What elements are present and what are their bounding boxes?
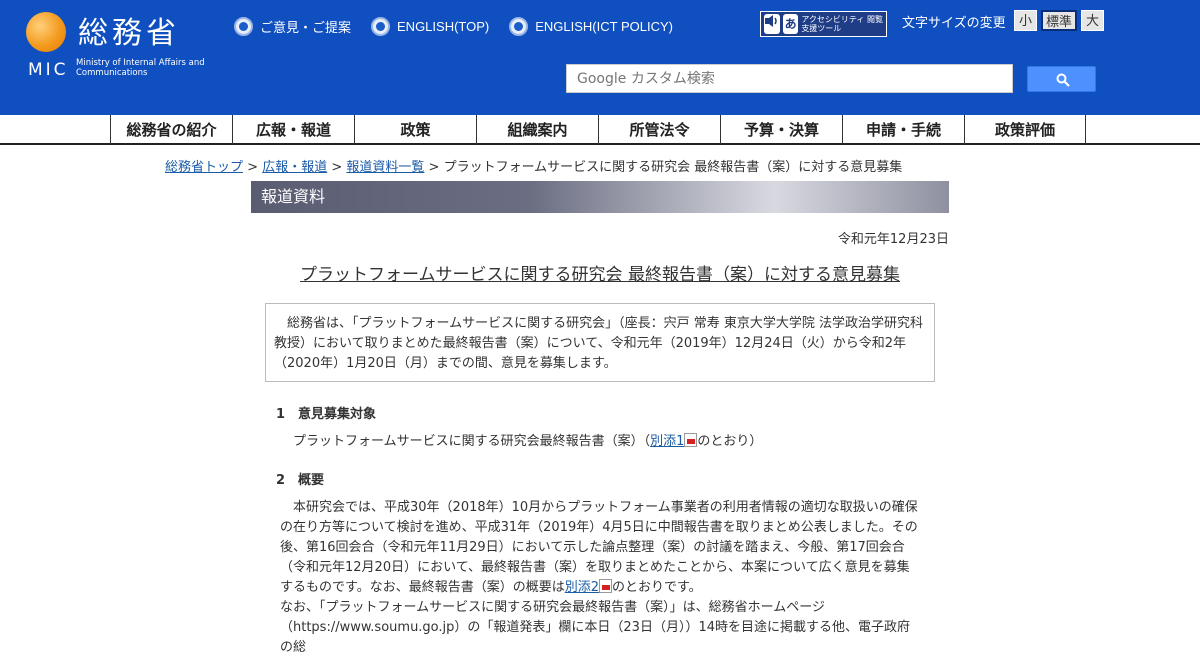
top-link-label: ENGLISH(ICT POLICY) (535, 19, 673, 34)
radio-bullet-icon (371, 17, 391, 36)
top-links: ご意見・ご提案 ENGLISH(TOP) ENGLISH(ICT POLICY) (234, 17, 673, 36)
article-summary: 総務省は、「プラットフォームサービスに関する研究会」（座長：宍戸 常寿 東京大学… (265, 303, 935, 382)
nav-item-policy[interactable]: 政策 (354, 115, 476, 144)
search-button[interactable] (1027, 66, 1096, 92)
search-input[interactable] (566, 64, 1013, 93)
attachment-2-link[interactable]: 別添2 (565, 580, 599, 595)
breadcrumb: 総務省トップ > 広報・報道 > 報道資料一覧 > プラットフォームサービスに関… (165, 156, 902, 175)
section-1-text: プラットフォームサービスに関する研究会最終報告書（案）（別添1 のとおり） (293, 432, 935, 452)
section-heading-1: 1 意見募集対象 (276, 407, 377, 422)
speaker-icon (764, 14, 780, 34)
breadcrumb-separator: > (243, 160, 263, 175)
nav-item-laws[interactable]: 所管法令 (598, 115, 720, 144)
page-title: プラットフォームサービスに関する研究会 最終報告書（案）に対する意見募集 (300, 265, 900, 285)
accessibility-tool-label: アクセシビリティ 閲覧支援ツール (801, 15, 883, 33)
breadcrumb-separator: > (327, 160, 347, 175)
pdf-icon (598, 579, 612, 593)
breadcrumb-link-press-list[interactable]: 報道資料一覧 (346, 160, 424, 175)
global-nav: 総務省の紹介 広報・報道 政策 組織案内 所管法令 予算・決算 申請・手続 政策… (0, 115, 1200, 145)
top-link-label: ENGLISH(TOP) (397, 19, 490, 34)
section-heading-2: 2 概要 (276, 473, 325, 488)
font-size-large-button[interactable]: 大 (1081, 10, 1104, 31)
logo-orange-circle-icon (26, 12, 66, 52)
top-link-label: ご意見・ご提案 (260, 20, 352, 35)
logo-title: 総務省 (78, 16, 180, 51)
mic-logo[interactable]: 総務省 MIC Ministry of Internal Affairs and… (26, 12, 216, 82)
top-link-feedback[interactable]: ご意見・ご提案 (234, 17, 351, 36)
text: のとおり） (697, 434, 763, 449)
top-link-english-top[interactable]: ENGLISH(TOP) (371, 17, 489, 36)
hiragana-a-icon: あ (783, 14, 799, 34)
radio-bullet-icon (509, 17, 529, 36)
nav-item-organization[interactable]: 組織案内 (476, 115, 598, 144)
pdf-icon (684, 433, 698, 447)
nav-item-press[interactable]: 広報・報道 (232, 115, 354, 144)
top-link-english-ict[interactable]: ENGLISH(ICT POLICY) (509, 17, 673, 36)
text: のとおりです。 (611, 580, 702, 595)
breadcrumb-separator: > (424, 160, 444, 175)
article-date: 令和元年12月23日 (837, 232, 949, 247)
section-2-text: 本研究会では、平成30年（2018年）10月からプラットフォーム事業者の利用者情… (280, 498, 922, 658)
text: プラットフォームサービスに関する研究会最終報告書（案）（ (293, 434, 651, 449)
logo-english: Ministry of Internal Affairs and Communi… (76, 58, 205, 78)
accessibility-tool-button[interactable]: あ アクセシビリティ 閲覧支援ツール (760, 11, 887, 37)
search-icon (1056, 73, 1070, 87)
nav-item-evaluation[interactable]: 政策評価 (964, 115, 1086, 144)
font-size-small-button[interactable]: 小 (1014, 10, 1037, 31)
section-title-bar: 報道資料 (251, 181, 949, 213)
font-size-label: 文字サイズの変更 (902, 15, 1006, 30)
breadcrumb-link-top[interactable]: 総務省トップ (165, 160, 243, 175)
nav-item-applications[interactable]: 申請・手続 (842, 115, 964, 144)
logo-abbr: MIC (28, 60, 69, 80)
nav-item-budget[interactable]: 予算・決算 (720, 115, 842, 144)
radio-bullet-icon (234, 17, 253, 36)
text-continued: なお、「プラットフォームサービスに関する研究会最終報告書（案）」は、総務省ホーム… (280, 600, 910, 655)
breadcrumb-current: プラットフォームサービスに関する研究会 最終報告書（案）に対する意見募集 (443, 160, 903, 175)
nav-item-about[interactable]: 総務省の紹介 (110, 115, 232, 144)
site-header: 総務省 MIC Ministry of Internal Affairs and… (0, 0, 1200, 115)
attachment-1-link[interactable]: 別添1 (650, 434, 684, 449)
breadcrumb-link-press[interactable]: 広報・報道 (262, 160, 327, 175)
font-size-standard-button[interactable]: 標準 (1041, 10, 1077, 31)
